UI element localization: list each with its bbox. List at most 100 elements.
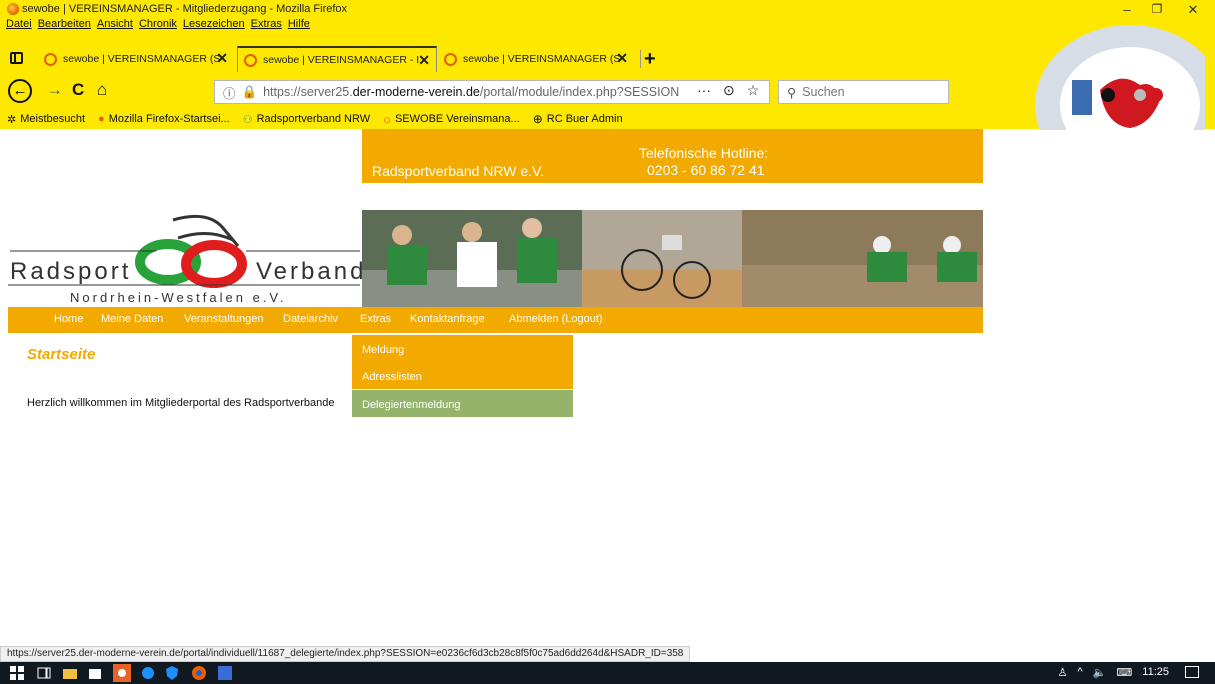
- url-host: der-moderne-verein.de: [352, 85, 480, 99]
- windows-taskbar: ♙ ^ 🔈 ⌨ 11:25: [0, 662, 1215, 684]
- edge-icon[interactable]: [141, 666, 155, 680]
- logo-word-left: Radsport: [10, 258, 132, 285]
- tab-3[interactable]: sewobe | VEREINSMANAGER (S ✕: [444, 46, 634, 72]
- header-hotline-bar: Radsportverband NRW e.V. Telefonische Ho…: [362, 129, 983, 183]
- nav-meine-daten[interactable]: Meine Daten: [101, 313, 163, 325]
- status-bar-link-preview: https://server25.der-moderne-verein.de/p…: [0, 646, 691, 662]
- tray-overflow-icon[interactable]: ^: [1078, 666, 1083, 679]
- sewobe-ring-icon: [444, 52, 457, 66]
- url-path: /portal/module/index.php?SESSION: [479, 85, 680, 99]
- menu-chronik[interactable]: Chronik: [139, 18, 177, 30]
- nav-home[interactable]: Home: [54, 313, 83, 325]
- app-blue-icon[interactable]: [218, 666, 232, 680]
- menu-ansicht[interactable]: Ansicht: [97, 18, 133, 30]
- logo-subtitle: Nordrhein-Westfalen e.V.: [70, 290, 287, 305]
- sidebar-toggle-icon[interactable]: [10, 52, 23, 64]
- nav-kontaktanfrage[interactable]: Kontaktanfrage: [410, 313, 485, 325]
- dropdown-item-adresslisten[interactable]: Adresslisten: [352, 362, 573, 389]
- close-window-button[interactable]: ✕: [1183, 2, 1203, 18]
- extras-dropdown-menu: Meldung Adresslisten Delegiertenmeldung: [352, 333, 573, 417]
- new-tab-button[interactable]: +: [644, 48, 656, 71]
- sewobe-ring-icon: [44, 52, 57, 66]
- nav-veranstaltungen[interactable]: Veranstaltungen: [184, 313, 264, 325]
- search-input[interactable]: ⚲ Suchen: [778, 80, 949, 104]
- home-button[interactable]: ⌂: [97, 80, 107, 100]
- search-placeholder: Suchen: [802, 85, 845, 99]
- search-icon: ⚲: [787, 85, 797, 100]
- sewobe-ring-icon: [244, 53, 257, 67]
- tab-1[interactable]: sewobe | VEREINSMANAGER (S ✕: [44, 46, 234, 72]
- people-icon[interactable]: ♙: [1058, 666, 1068, 679]
- menu-lesezeichen[interactable]: Lesezeichen: [183, 18, 245, 30]
- bookmark-firefox-start[interactable]: ● Mozilla Firefox-Startsei...: [98, 113, 230, 125]
- task-view-icon[interactable]: [37, 666, 51, 680]
- menu-bar: Datei Bearbeiten Ansicht Chronik Lesezeichen…: [0, 18, 310, 32]
- bookmark-radsportverband[interactable]: ⚇ Radsportverband NRW: [243, 113, 370, 126]
- maximize-button[interactable]: ❐: [1147, 2, 1167, 16]
- ring-icon: ○: [383, 111, 391, 127]
- gear-icon: ✲: [7, 113, 17, 126]
- volume-icon[interactable]: 🔈: [1093, 666, 1107, 679]
- info-icon[interactable]: ⓘ: [223, 83, 236, 102]
- defender-icon[interactable]: [165, 666, 179, 680]
- nav-logout[interactable]: Abmelden (Logout): [509, 313, 603, 325]
- back-button[interactable]: ←: [8, 79, 32, 103]
- menu-hilfe[interactable]: Hilfe: [288, 18, 310, 30]
- url-bar[interactable]: ⓘ 🔒 https://server25. der-moderne-verein.…: [214, 80, 770, 104]
- firefox-taskbar-icon[interactable]: [190, 664, 208, 682]
- page-actions-button[interactable]: ···: [697, 82, 711, 99]
- nav-extras[interactable]: Extras: [360, 313, 391, 325]
- close-tab-3-icon[interactable]: ✕: [616, 50, 628, 67]
- app-orange-icon[interactable]: [113, 664, 131, 682]
- tab-2-label: sewobe | VEREINSMANAGER - I: [263, 54, 420, 66]
- menu-extras[interactable]: Extras: [251, 18, 282, 30]
- logo-word-right: Verband: [256, 258, 367, 285]
- close-tab-2-icon[interactable]: ✕: [418, 52, 430, 69]
- reload-button[interactable]: C: [72, 80, 84, 100]
- minimize-button[interactable]: –: [1117, 2, 1137, 17]
- bookmark-rc-buer[interactable]: ⊕ RC Buer Admin: [533, 112, 623, 126]
- dropdown-item-delegiertenmeldung[interactable]: Delegiertenmeldung: [352, 390, 573, 417]
- url-prefix: https://server25.: [263, 85, 353, 99]
- firefox-icon: [7, 3, 19, 15]
- welcome-text: Herzlich willkommen im Mitgliederportal …: [27, 397, 335, 409]
- cycling-photo-banner: [362, 210, 983, 308]
- system-tray: ♙ ^ 🔈 ⌨ 11:25: [1058, 666, 1169, 679]
- clock-time[interactable]: 11:25: [1142, 666, 1169, 679]
- org-name: Radsportverband NRW e.V.: [372, 163, 544, 179]
- globe-icon: ⊕: [532, 112, 543, 126]
- pocket-icon[interactable]: ⊙: [723, 82, 735, 99]
- nav-dateiarchiv[interactable]: Dateiarchiv: [283, 313, 338, 325]
- window-title: sewobe | VEREINSMANAGER - Mitgliederzuga…: [22, 3, 348, 15]
- forward-button[interactable]: →: [46, 80, 63, 100]
- windows-start-icon[interactable]: [10, 666, 24, 680]
- file-explorer-icon[interactable]: [63, 666, 77, 680]
- bookmark-meistbesucht[interactable]: ✲ Meistbesucht: [7, 113, 85, 126]
- radsportverband-logo: Radsport Verband Nordrhein-Westfalen e.V…: [8, 208, 363, 308]
- menu-bearbeiten[interactable]: Bearbeiten: [38, 18, 91, 30]
- tab-3-label: sewobe | VEREINSMANAGER (S: [463, 53, 621, 65]
- cyclist-icon: ⚇: [242, 113, 253, 126]
- bookmarks-toolbar: ✲ Meistbesucht ● Mozilla Firefox-Startsei.…: [0, 110, 629, 128]
- page-title: Startseite: [27, 346, 96, 363]
- tab-2-active[interactable]: sewobe | VEREINSMANAGER - I ✕: [237, 46, 437, 72]
- tab-1-label: sewobe | VEREINSMANAGER (S: [63, 53, 221, 65]
- notifications-icon[interactable]: [1185, 666, 1199, 678]
- bookmark-sewobe[interactable]: ○ SEWOBE Vereinsmana...: [383, 112, 520, 127]
- menu-datei[interactable]: Datei: [6, 18, 32, 30]
- firefox-icon: ●: [98, 113, 105, 125]
- close-tab-1-icon[interactable]: ✕: [216, 50, 228, 67]
- window-titlebar: sewobe | VEREINSMANAGER - Mitgliederzuga…: [0, 0, 1215, 18]
- store-icon[interactable]: [88, 666, 102, 680]
- url-actions: ··· ⊙ ☆: [697, 82, 759, 99]
- bookmark-star-icon[interactable]: ☆: [747, 82, 760, 99]
- hotline-number: 0203 - 60 86 72 41: [647, 162, 765, 178]
- dropdown-item-meldung[interactable]: Meldung: [352, 335, 573, 362]
- lock-icon: 🔒: [241, 84, 258, 99]
- tab-divider: [640, 50, 641, 68]
- main-navigation: Home Meine Daten Veranstaltungen Dateiar…: [8, 307, 983, 333]
- club-emblem-logo: [1035, 25, 1205, 130]
- keyboard-icon[interactable]: ⌨: [1116, 666, 1132, 679]
- banner-photo-image: [362, 210, 983, 308]
- hotline-label: Telefonische Hotline:: [639, 145, 769, 161]
